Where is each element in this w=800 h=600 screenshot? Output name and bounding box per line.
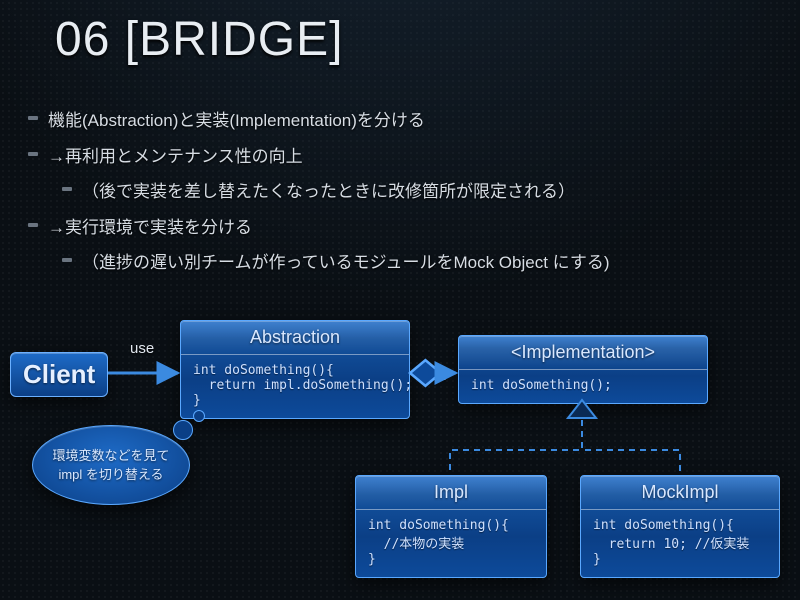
implementation-box: <Implementation> int doSomething();	[458, 335, 708, 404]
abstraction-code: int doSomething(){ return impl.doSomethi…	[181, 355, 409, 418]
implementation-code: int doSomething();	[459, 370, 707, 403]
mockimpl-box: MockImpl int doSomething(){ return 10; /…	[580, 475, 780, 578]
client-box: Client	[10, 352, 108, 397]
use-label: use	[130, 340, 154, 357]
mockimpl-code: int doSomething(){ return 10; //仮実装 }	[581, 510, 779, 577]
mockimpl-title: MockImpl	[581, 476, 779, 510]
impl-title: Impl	[356, 476, 546, 510]
impl-box: Impl int doSomething(){ //本物の実装 }	[355, 475, 547, 578]
abstraction-title: Abstraction	[181, 321, 409, 355]
implementation-title: <Implementation>	[459, 336, 707, 370]
abstraction-box: Abstraction int doSomething(){ return im…	[180, 320, 410, 419]
impl-label: impl	[419, 367, 447, 384]
impl-code: int doSomething(){ //本物の実装 }	[356, 510, 546, 577]
annotation-bubble: 環境変数などを見て impl を切り替える	[32, 425, 190, 505]
bridge-diagram: Client use impl Abstraction int doSometh…	[0, 0, 800, 600]
